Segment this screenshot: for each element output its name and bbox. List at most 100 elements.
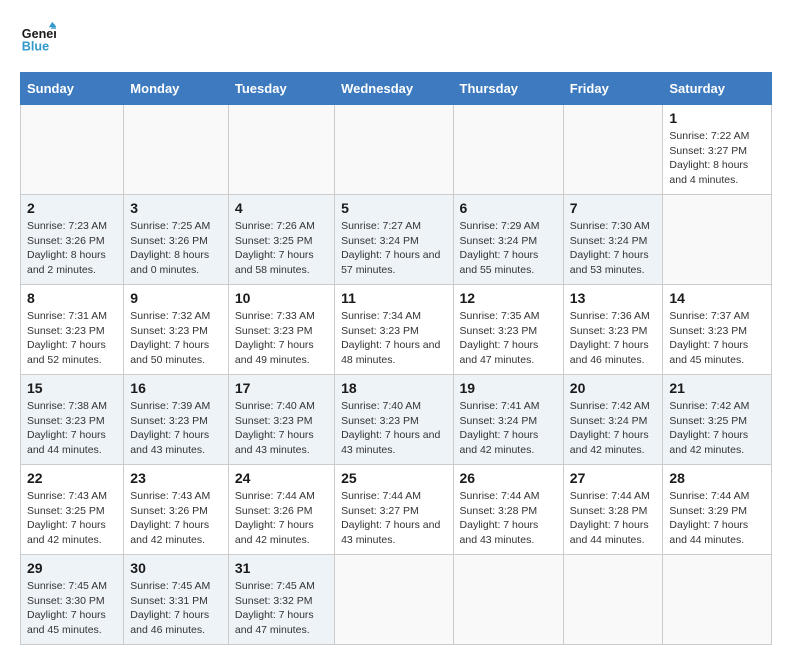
day-number: 9 bbox=[130, 290, 222, 306]
day-number: 14 bbox=[669, 290, 765, 306]
cell-info: Sunrise: 7:44 AMSunset: 3:26 PMDaylight:… bbox=[235, 490, 315, 546]
cell-info: Sunrise: 7:43 AMSunset: 3:25 PMDaylight:… bbox=[27, 490, 107, 546]
column-header-saturday: Saturday bbox=[663, 73, 772, 105]
day-number: 4 bbox=[235, 200, 328, 216]
calendar-cell-11: 11 Sunrise: 7:34 AMSunset: 3:23 PMDayligh… bbox=[335, 285, 453, 375]
cell-info: Sunrise: 7:45 AMSunset: 3:32 PMDaylight:… bbox=[235, 580, 315, 636]
calendar-cell-30: 30Sunrise: 7:45 AMSunset: 3:31 PMDayligh… bbox=[124, 555, 229, 645]
day-number: 10 bbox=[235, 290, 328, 306]
calendar-cell-empty bbox=[335, 555, 453, 645]
calendar-cell-empty bbox=[228, 105, 334, 195]
day-number: 6 bbox=[460, 200, 557, 216]
calendar-week-row: 29Sunrise: 7:45 AMSunset: 3:30 PMDayligh… bbox=[21, 555, 772, 645]
cell-info: Sunrise: 7:45 AMSunset: 3:31 PMDaylight:… bbox=[130, 580, 210, 636]
calendar-cell-empty bbox=[563, 555, 663, 645]
day-number: 11 bbox=[341, 290, 446, 306]
day-number: 16 bbox=[130, 380, 222, 396]
cell-info: Sunrise: 7:25 AMSunset: 3:26 PMDaylight:… bbox=[130, 220, 210, 276]
calendar-cell-22: 22 Sunrise: 7:43 AMSunset: 3:25 PMDayligh… bbox=[21, 465, 124, 555]
calendar-cell-2: 2Sunrise: 7:23 AMSunset: 3:26 PMDaylight… bbox=[21, 195, 124, 285]
calendar-cell-3: 3 Sunrise: 7:25 AMSunset: 3:26 PMDaylight… bbox=[124, 195, 229, 285]
day-number: 21 bbox=[669, 380, 765, 396]
day-number: 3 bbox=[130, 200, 222, 216]
calendar-cell-12: 12 Sunrise: 7:35 AMSunset: 3:23 PMDayligh… bbox=[453, 285, 563, 375]
day-number: 7 bbox=[570, 200, 657, 216]
calendar-week-row: 8Sunrise: 7:31 AMSunset: 3:23 PMDaylight… bbox=[21, 285, 772, 375]
day-number: 5 bbox=[341, 200, 446, 216]
cell-info: Sunrise: 7:23 AMSunset: 3:26 PMDaylight:… bbox=[27, 220, 107, 276]
calendar-cell-14: 14 Sunrise: 7:37 AMSunset: 3:23 PMDayligh… bbox=[663, 285, 772, 375]
calendar-cell-16: 16Sunrise: 7:39 AMSunset: 3:23 PMDayligh… bbox=[124, 375, 229, 465]
day-number: 31 bbox=[235, 560, 328, 576]
calendar-cell-4: 4 Sunrise: 7:26 AMSunset: 3:25 PMDaylight… bbox=[228, 195, 334, 285]
cell-info: Sunrise: 7:26 AMSunset: 3:25 PMDaylight:… bbox=[235, 220, 315, 276]
day-number: 17 bbox=[235, 380, 328, 396]
cell-info: Sunrise: 7:43 AMSunset: 3:26 PMDaylight:… bbox=[130, 490, 210, 546]
calendar-cell-1: 1 Sunrise: 7:22 AMSunset: 3:27 PMDaylight… bbox=[663, 105, 772, 195]
cell-info: Sunrise: 7:42 AMSunset: 3:25 PMDaylight:… bbox=[669, 400, 749, 456]
cell-info: Sunrise: 7:34 AMSunset: 3:23 PMDaylight:… bbox=[341, 310, 440, 366]
calendar-cell-8: 8Sunrise: 7:31 AMSunset: 3:23 PMDaylight… bbox=[21, 285, 124, 375]
cell-info: Sunrise: 7:42 AMSunset: 3:24 PMDaylight:… bbox=[570, 400, 650, 456]
calendar-cell-26: 26Sunrise: 7:44 AMSunset: 3:28 PMDayligh… bbox=[453, 465, 563, 555]
logo-icon: General Blue bbox=[20, 20, 56, 56]
day-number: 29 bbox=[27, 560, 117, 576]
day-number: 25 bbox=[341, 470, 446, 486]
calendar-header-row: SundayMondayTuesdayWednesdayThursdayFrid… bbox=[21, 73, 772, 105]
calendar-week-row: 15Sunrise: 7:38 AMSunset: 3:23 PMDayligh… bbox=[21, 375, 772, 465]
calendar-table: SundayMondayTuesdayWednesdayThursdayFrid… bbox=[20, 72, 772, 645]
calendar-week-row: 1 Sunrise: 7:22 AMSunset: 3:27 PMDaylight… bbox=[21, 105, 772, 195]
day-number: 1 bbox=[669, 110, 765, 126]
cell-info: Sunrise: 7:30 AMSunset: 3:24 PMDaylight:… bbox=[570, 220, 650, 276]
calendar-cell-31: 31 Sunrise: 7:45 AMSunset: 3:32 PMDayligh… bbox=[228, 555, 334, 645]
cell-info: Sunrise: 7:35 AMSunset: 3:23 PMDaylight:… bbox=[460, 310, 540, 366]
cell-info: Sunrise: 7:44 AMSunset: 3:29 PMDaylight:… bbox=[669, 490, 749, 546]
cell-info: Sunrise: 7:41 AMSunset: 3:24 PMDaylight:… bbox=[460, 400, 540, 456]
column-header-friday: Friday bbox=[563, 73, 663, 105]
calendar-cell-29: 29Sunrise: 7:45 AMSunset: 3:30 PMDayligh… bbox=[21, 555, 124, 645]
cell-info: Sunrise: 7:27 AMSunset: 3:24 PMDaylight:… bbox=[341, 220, 440, 276]
calendar-cell-19: 19Sunrise: 7:41 AMSunset: 3:24 PMDayligh… bbox=[453, 375, 563, 465]
calendar-week-row: 22 Sunrise: 7:43 AMSunset: 3:25 PMDayligh… bbox=[21, 465, 772, 555]
cell-info: Sunrise: 7:44 AMSunset: 3:28 PMDaylight:… bbox=[570, 490, 650, 546]
column-header-thursday: Thursday bbox=[453, 73, 563, 105]
calendar-cell-empty bbox=[124, 105, 229, 195]
column-header-sunday: Sunday bbox=[21, 73, 124, 105]
cell-info: Sunrise: 7:40 AMSunset: 3:23 PMDaylight:… bbox=[235, 400, 315, 456]
day-number: 26 bbox=[460, 470, 557, 486]
calendar-cell-17: 17 Sunrise: 7:40 AMSunset: 3:23 PMDayligh… bbox=[228, 375, 334, 465]
column-header-wednesday: Wednesday bbox=[335, 73, 453, 105]
calendar-cell-23: 23 Sunrise: 7:43 AMSunset: 3:26 PMDayligh… bbox=[124, 465, 229, 555]
cell-info: Sunrise: 7:22 AMSunset: 3:27 PMDaylight:… bbox=[669, 130, 749, 186]
day-number: 28 bbox=[669, 470, 765, 486]
calendar-cell-20: 20 Sunrise: 7:42 AMSunset: 3:24 PMDayligh… bbox=[563, 375, 663, 465]
day-number: 22 bbox=[27, 470, 117, 486]
calendar-cell-empty bbox=[21, 105, 124, 195]
svg-text:Blue: Blue bbox=[22, 40, 49, 54]
column-header-tuesday: Tuesday bbox=[228, 73, 334, 105]
calendar-week-row: 2Sunrise: 7:23 AMSunset: 3:26 PMDaylight… bbox=[21, 195, 772, 285]
calendar-cell-15: 15Sunrise: 7:38 AMSunset: 3:23 PMDayligh… bbox=[21, 375, 124, 465]
calendar-cell-13: 13Sunrise: 7:36 AMSunset: 3:23 PMDayligh… bbox=[563, 285, 663, 375]
day-number: 20 bbox=[570, 380, 657, 396]
cell-info: Sunrise: 7:37 AMSunset: 3:23 PMDaylight:… bbox=[669, 310, 749, 366]
day-number: 12 bbox=[460, 290, 557, 306]
day-number: 15 bbox=[27, 380, 117, 396]
cell-info: Sunrise: 7:40 AMSunset: 3:23 PMDaylight:… bbox=[341, 400, 440, 456]
calendar-cell-21: 21 Sunrise: 7:42 AMSunset: 3:25 PMDayligh… bbox=[663, 375, 772, 465]
calendar-cell-empty bbox=[335, 105, 453, 195]
header: General Blue bbox=[20, 20, 772, 56]
calendar-cell-empty bbox=[453, 555, 563, 645]
day-number: 23 bbox=[130, 470, 222, 486]
calendar-cell-18: 18 Sunrise: 7:40 AMSunset: 3:23 PMDayligh… bbox=[335, 375, 453, 465]
calendar-cell-empty bbox=[563, 105, 663, 195]
calendar-cell-7: 7 Sunrise: 7:30 AMSunset: 3:24 PMDaylight… bbox=[563, 195, 663, 285]
cell-info: Sunrise: 7:31 AMSunset: 3:23 PMDaylight:… bbox=[27, 310, 107, 366]
calendar-cell-9: 9 Sunrise: 7:32 AMSunset: 3:23 PMDaylight… bbox=[124, 285, 229, 375]
calendar-cell-25: 25Sunrise: 7:44 AMSunset: 3:27 PMDayligh… bbox=[335, 465, 453, 555]
day-number: 27 bbox=[570, 470, 657, 486]
cell-info: Sunrise: 7:32 AMSunset: 3:23 PMDaylight:… bbox=[130, 310, 210, 366]
calendar-cell-27: 27 Sunrise: 7:44 AMSunset: 3:28 PMDayligh… bbox=[563, 465, 663, 555]
day-number: 18 bbox=[341, 380, 446, 396]
calendar-cell-empty bbox=[453, 105, 563, 195]
